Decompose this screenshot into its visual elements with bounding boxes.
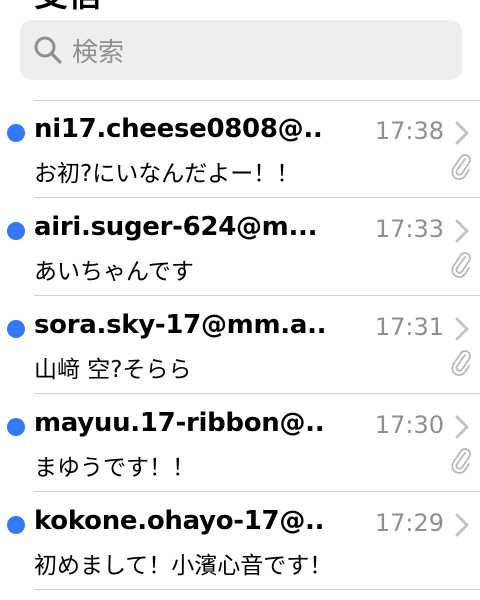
timestamp: 17:31 — [374, 313, 444, 341]
page-title: 受信 — [34, 0, 102, 12]
chevron-right-icon — [455, 121, 469, 145]
search-input[interactable]: 検索 — [72, 32, 124, 69]
chevron-right-icon — [455, 219, 469, 243]
paperclip-icon — [451, 154, 471, 180]
preview-text: まゆうです！！ — [34, 455, 195, 481]
preview-text: 山﨑 空?そらら — [34, 357, 192, 383]
timestamp: 17:33 — [374, 215, 444, 243]
preview-text: お初?にいなんだよー！！ — [34, 161, 300, 187]
unread-dot-icon — [7, 124, 25, 142]
preview-text: あいちゃんです — [34, 259, 194, 285]
list-item[interactable]: kokone.ohayo-17@... 17:29 初めまして！小濱心音です！ — [0, 492, 480, 588]
list-item[interactable]: mayuu.17-ribbon@... 17:30 まゆうです！！ — [0, 394, 480, 490]
timestamp: 17:30 — [374, 411, 444, 439]
unread-dot-icon — [7, 222, 25, 240]
chevron-right-icon — [455, 415, 469, 439]
divider — [34, 589, 480, 590]
paperclip-icon — [451, 448, 471, 474]
sender: ni17.cheese0808@... — [34, 114, 324, 144]
search-bar[interactable]: 検索 — [20, 20, 462, 80]
sender: sora.sky-17@mm.a... — [34, 310, 324, 340]
list-item[interactable]: airi.suger-624@m... 17:33 あいちゃんです — [0, 198, 480, 294]
chevron-right-icon — [455, 513, 469, 537]
timestamp: 17:29 — [374, 509, 444, 537]
list-item[interactable]: sora.sky-17@mm.a... 17:31 山﨑 空?そらら — [0, 296, 480, 392]
unread-dot-icon — [7, 320, 25, 338]
unread-dot-icon — [7, 418, 25, 436]
sender: mayuu.17-ribbon@... — [34, 408, 324, 438]
search-icon — [34, 36, 62, 64]
sender: kokone.ohayo-17@... — [34, 506, 324, 536]
chevron-right-icon — [455, 317, 469, 341]
paperclip-icon — [451, 350, 471, 376]
unread-dot-icon — [7, 516, 25, 534]
preview-text: 初めまして！小濱心音です！ — [34, 553, 333, 579]
paperclip-icon — [451, 252, 471, 278]
mail-inbox: 受信 検索 ni17.cheese0808@... 17:38 お初?にいなんだ… — [0, 0, 480, 600]
list-item[interactable]: ni17.cheese0808@... 17:38 お初?にいなんだよー！！ — [0, 100, 480, 196]
timestamp: 17:38 — [374, 117, 444, 145]
sender: airi.suger-624@m... — [34, 212, 318, 242]
